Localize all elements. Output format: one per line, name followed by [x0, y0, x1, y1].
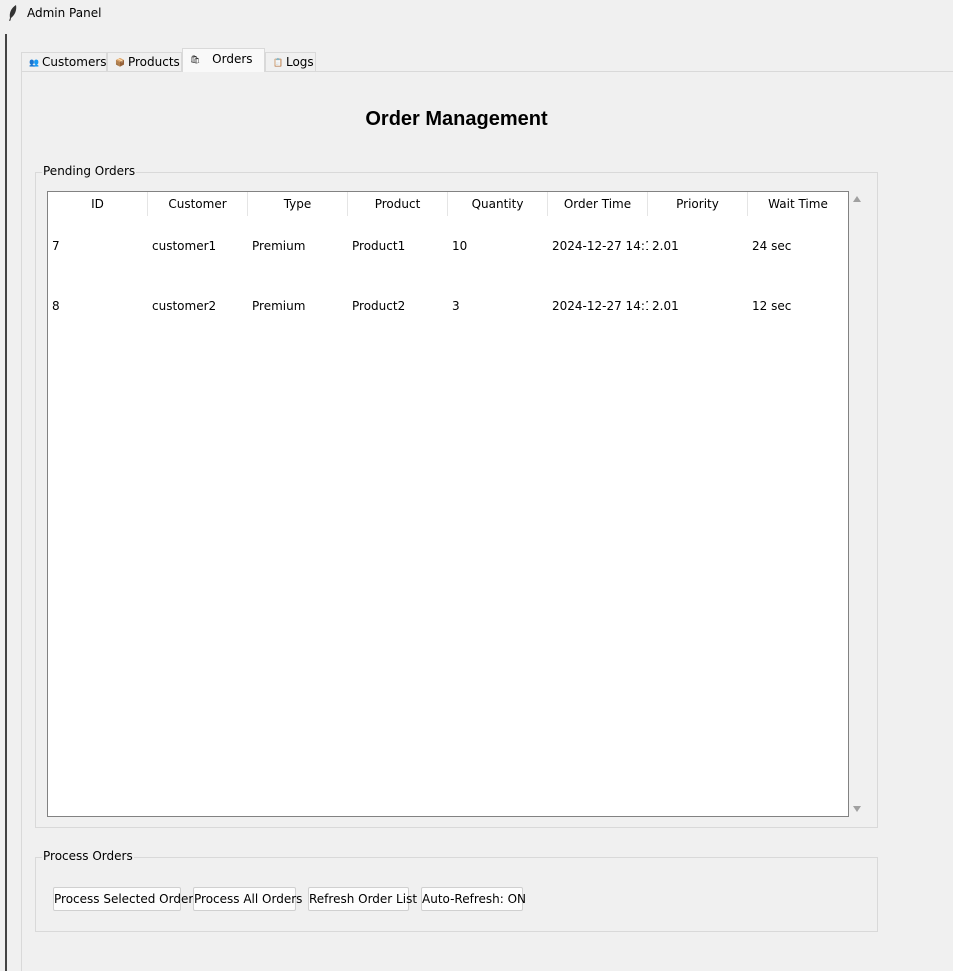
tab-orders[interactable]: 🛍 Orders	[182, 48, 265, 72]
cell-quantity: 10	[452, 239, 468, 253]
column-header-type[interactable]: Type	[248, 192, 348, 216]
box-icon: 📦	[115, 58, 125, 67]
process-orders-label: Process Orders	[42, 849, 134, 863]
table-row[interactable]: 8 customer2 Premium Product2 3 2024-12-2…	[48, 296, 848, 316]
column-header-product[interactable]: Product	[348, 192, 448, 216]
scroll-down-arrow-icon[interactable]	[853, 806, 861, 812]
process-all-orders-button[interactable]: Process All Orders	[193, 887, 302, 911]
page-title: Order Management	[365, 108, 548, 130]
cell-priority: 2.01	[652, 239, 679, 253]
window-left-edge	[0, 34, 7, 971]
tab-products[interactable]: 📦 Products	[107, 52, 182, 71]
tab-customers-label: Customers	[41, 55, 107, 69]
column-header-customer[interactable]: Customer	[148, 192, 248, 216]
cell-order-time: 2024-12-27 14:13:	[552, 239, 648, 253]
tab-logs-label: Logs	[285, 55, 314, 69]
table-row[interactable]: 7 customer1 Premium Product1 10 2024-12-…	[48, 236, 848, 256]
column-header-wait-time[interactable]: Wait Time	[748, 192, 848, 216]
pending-orders-table[interactable]: ID Customer Type Product Quantity Order …	[47, 191, 849, 817]
tab-products-label: Products	[127, 55, 180, 69]
cell-order-time: 2024-12-27 14:13:	[552, 299, 648, 313]
pending-orders-label: Pending Orders	[42, 164, 137, 178]
cell-type: Premium	[252, 239, 306, 253]
column-header-priority[interactable]: Priority	[648, 192, 748, 216]
feather-icon	[9, 5, 17, 21]
cell-product: Product2	[352, 299, 406, 313]
tab-orders-label: Orders	[212, 52, 253, 66]
table-header: ID Customer Type Product Quantity Order …	[48, 192, 848, 216]
scroll-up-arrow-icon[interactable]	[853, 196, 861, 202]
cart-icon: 🛍	[190, 55, 201, 64]
tab-customers[interactable]: 👥 Customers	[21, 52, 107, 71]
cell-quantity: 3	[452, 299, 460, 313]
column-header-id[interactable]: ID	[48, 192, 148, 216]
cell-wait-time: 12 sec	[752, 299, 792, 313]
process-selected-order-button[interactable]: Process Selected Order	[53, 887, 193, 911]
tab-logs[interactable]: 📋 Logs	[265, 52, 316, 71]
cell-priority: 2.01	[652, 299, 679, 313]
column-header-quantity[interactable]: Quantity	[448, 192, 548, 216]
vertical-scrollbar[interactable]	[849, 191, 866, 817]
cell-id: 7	[52, 239, 60, 253]
cell-type: Premium	[252, 299, 306, 313]
auto-refresh-toggle-button[interactable]: Auto-Refresh: ON	[421, 887, 526, 911]
title-bar: Admin Panel	[0, 0, 953, 28]
cell-id: 8	[52, 299, 60, 313]
refresh-order-list-button[interactable]: Refresh Order List	[308, 887, 417, 911]
cell-product: Product1	[352, 239, 406, 253]
cell-wait-time: 24 sec	[752, 239, 792, 253]
cell-customer: customer1	[152, 239, 217, 253]
people-icon: 👥	[29, 58, 39, 67]
clipboard-icon: 📋	[273, 58, 283, 67]
window-title: Admin Panel	[27, 6, 102, 20]
cell-customer: customer2	[152, 299, 217, 313]
column-header-order-time[interactable]: Order Time	[548, 192, 648, 216]
